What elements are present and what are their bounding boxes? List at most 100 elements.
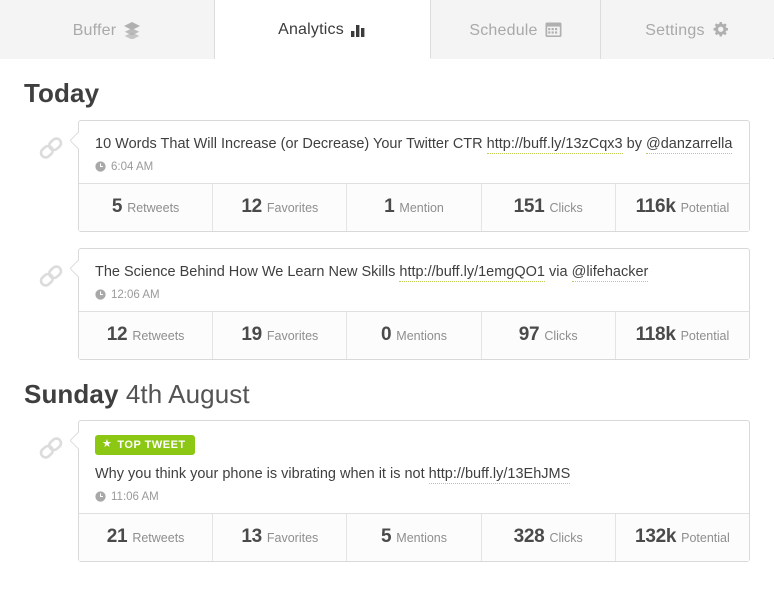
stat-value: 19 [241, 323, 262, 345]
post-text-fragment: by [622, 135, 646, 152]
post-text: Why you think your phone is vibrating wh… [95, 464, 733, 485]
post-card[interactable]: ★ TOP TWEET Why you think your phone is vi… [78, 420, 750, 562]
link-icon [39, 437, 63, 459]
stat-value: 97 [518, 323, 540, 345]
stat-value: 1 [384, 195, 395, 217]
post-stats: 5 Retweets 12 Favorites 1 Mention 151 Clicks 116… [79, 182, 749, 231]
stat-label: Potential [680, 328, 730, 343]
post-text-fragment: Why you think your phone is vibrating wh… [95, 465, 429, 482]
stat-value: 12 [241, 195, 262, 217]
tab-label: Schedule [469, 21, 538, 39]
stat-mentions: 0 Mentions [347, 311, 482, 359]
layers-icon [124, 21, 141, 39]
stat-label: Clicks [549, 530, 583, 545]
top-tweet-badge: ★ TOP TWEET [95, 434, 195, 455]
stat-label: Potential [680, 200, 730, 215]
stat-value: 5 [111, 195, 123, 217]
stat-mentions: 5 Mentions [347, 513, 482, 561]
post-time: 12:06 AM [95, 289, 733, 301]
post-link[interactable]: http://buff.ly/13zCqx3 [486, 135, 623, 154]
clock-icon [95, 289, 106, 300]
stat-favorites: 13 Favorites [213, 513, 348, 561]
stat-label: Mentions [396, 530, 448, 545]
post-link[interactable]: @danzarrella [645, 135, 733, 154]
star-icon: ★ [102, 438, 113, 451]
bar-chart-icon [350, 21, 367, 37]
post-card-body: The Science Behind How We Learn New Skil… [79, 249, 749, 311]
stat-label: Mention [399, 200, 444, 215]
post-text: 10 Words That Will Increase (or Decrease… [95, 134, 733, 155]
post-link[interactable]: @lifehacker [571, 263, 649, 282]
post-card-body: 10 Words That Will Increase (or Decrease… [79, 121, 749, 183]
post-time-label: 12:06 AM [111, 288, 160, 301]
stat-value: 132k [635, 525, 677, 547]
day-heading-primary: Today [24, 78, 100, 108]
link-icon [39, 264, 63, 287]
stat-mention: 1 Mention [347, 183, 482, 231]
stat-label: Favorites [266, 328, 319, 343]
post-link[interactable]: http://buff.ly/13EhJMS [428, 465, 571, 484]
day-heading: Today [24, 79, 750, 108]
stat-value: 118k [635, 323, 676, 345]
stat-favorites: 19 Favorites [213, 311, 348, 359]
day-heading-date: 4th August [118, 378, 250, 409]
post-row: ★ TOP TWEET Why you think your phone is vi… [24, 420, 750, 562]
stat-retweets: 12 Retweets [79, 311, 214, 359]
post-text-fragment: The Science Behind How We Learn New Skil… [95, 263, 400, 280]
post-time-label: 11:06 AM [111, 490, 159, 503]
post-card[interactable]: 10 Words That Will Increase (or Decrease… [78, 119, 750, 232]
post-row: 10 Words That Will Increase (or Decrease… [24, 119, 750, 232]
tab-analytics[interactable]: Analytics [215, 0, 431, 59]
stat-retweets: 21 Retweets [79, 513, 214, 561]
tab-settings[interactable]: Settings [601, 0, 773, 59]
post-card-body: ★ TOP TWEET Why you think your phone is vi… [79, 421, 749, 513]
day-heading-primary: Sunday [24, 378, 119, 409]
stat-label: Favorites [266, 200, 319, 215]
main-tab-bar: Buffer Analytics Schedule Settings [0, 0, 774, 59]
stat-favorites: 12 Favorites [213, 183, 348, 231]
stat-label: Clicks [544, 328, 578, 343]
gear-icon [713, 22, 728, 37]
post-card[interactable]: The Science Behind How We Learn New Skil… [78, 247, 750, 360]
stat-label: Retweets [127, 200, 180, 215]
stat-label: Mentions [396, 328, 448, 343]
stat-label: Retweets [132, 328, 185, 343]
stat-value: 12 [106, 323, 128, 345]
analytics-page: Today 10 Words That Will Increase (or De… [0, 79, 774, 562]
calendar-icon [545, 21, 562, 38]
gear-icon [712, 21, 729, 38]
stat-value: 151 [513, 195, 545, 217]
post-text: The Science Behind How We Learn New Skil… [95, 262, 733, 283]
stat-label: Potential [681, 530, 730, 545]
post-row: The Science Behind How We Learn New Skil… [24, 247, 750, 360]
post-link[interactable]: http://buff.ly/1emgQO1 [399, 263, 545, 282]
stat-retweets: 5 Retweets [79, 183, 214, 231]
stat-label: Favorites [266, 530, 319, 545]
stat-value: 328 [513, 525, 545, 547]
post-text-fragment: 10 Words That Will Increase (or Decrease… [95, 135, 487, 152]
stat-potential: 132k Potential [616, 514, 749, 561]
post-time: 11:06 AM [95, 491, 733, 503]
post-time: 6:04 AM [95, 161, 733, 173]
stat-potential: 116k Potential [616, 184, 749, 231]
stat-value: 13 [241, 525, 262, 547]
stat-label: Clicks [549, 200, 583, 215]
post-time-label: 6:04 AM [111, 160, 154, 173]
top-tweet-badge-label: TOP TWEET [117, 438, 186, 451]
tab-label: Buffer [72, 21, 117, 39]
bar-chart-icon [350, 25, 365, 37]
stat-clicks: 328 Clicks [482, 513, 616, 561]
layers-icon [123, 21, 141, 39]
post-stats: 21 Retweets 13 Favorites 5 Mentions 328 Clicks 1… [79, 512, 749, 561]
calendar-icon [545, 22, 562, 37]
tab-label: Settings [645, 21, 705, 39]
stat-value: 116k [635, 195, 676, 217]
tab-schedule[interactable]: Schedule [431, 0, 601, 59]
tab-buffer[interactable]: Buffer [0, 0, 215, 59]
stat-value: 5 [381, 525, 392, 547]
stat-potential: 118k Potential [616, 312, 749, 359]
stat-label: Retweets [132, 530, 185, 545]
link-icon [39, 136, 63, 159]
clock-icon [95, 491, 106, 502]
day-heading: Sunday 4th August [24, 378, 750, 409]
